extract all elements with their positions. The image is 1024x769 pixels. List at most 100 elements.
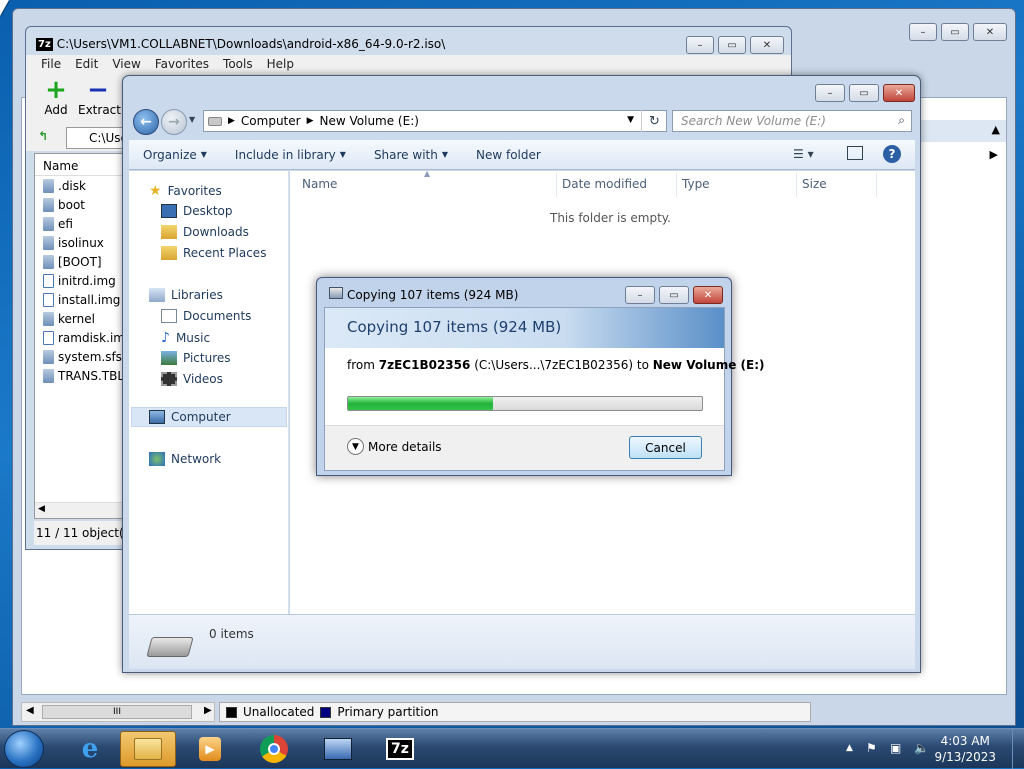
breadcrumb-separator-icon[interactable]: ▶ [228,116,235,126]
column-size[interactable]: Size [802,177,827,191]
column-divider[interactable] [556,173,557,197]
file-name: TRANS.TBL [58,368,125,383]
up-folder-icon[interactable]: ↰ [38,129,48,143]
column-divider[interactable] [796,173,797,197]
view-options-icon[interactable]: ☰ ▾ [793,147,814,161]
column-divider[interactable] [676,173,677,197]
new-folder-button[interactable]: New folder [462,148,555,162]
nav-network[interactable]: Network [149,452,221,466]
disk-horizontal-scrollbar[interactable]: ◀ III ▶ [21,702,215,722]
menu-tools[interactable]: Tools [216,55,260,75]
collapse-icon[interactable]: ▲ [992,123,1000,136]
nav-recent-places[interactable]: Recent Places [161,246,266,260]
recent-pages-icon[interactable]: ▼ [189,115,195,124]
item-count: 0 items [209,627,254,641]
start-button[interactable] [4,730,44,768]
column-type[interactable]: Type [682,177,710,191]
taskbar-chrome[interactable] [246,731,302,767]
to-label: to [636,358,649,372]
address-bar[interactable]: ▶ Computer ▶ New Volume (E:) ▼ [203,110,667,132]
more-details-button[interactable]: ▼ More details [347,438,442,455]
organize-button[interactable]: Organize ▼ [129,148,221,162]
nav-videos[interactable]: Videos [161,372,223,386]
favorites-label: Favorites [167,184,222,198]
copy-minimize-button[interactable]: – [625,286,655,304]
column-date-modified[interactable]: Date modified [562,177,647,191]
taskbar-media-player[interactable]: ▶ [182,731,238,767]
refresh-button[interactable]: ↻ [641,110,667,132]
nav-documents[interactable]: Documents [161,309,251,323]
forward-button[interactable]: → [161,109,187,135]
nav-desktop[interactable]: Desktop [161,204,233,218]
7zip-close-button[interactable]: ✕ [750,36,784,54]
disk-minimize-button[interactable]: – [909,23,937,41]
scroll-thumb[interactable]: III [42,705,192,719]
nav-downloads[interactable]: Downloads [161,225,249,239]
legend-primary-partition: Primary partition [337,705,439,719]
from-label: from [347,358,375,372]
primary-partition-swatch [320,706,332,718]
network-tray-icon[interactable]: ▣ [890,741,901,755]
explorer-maximize-button[interactable]: ▭ [849,84,879,102]
media-player-icon: ▶ [199,737,221,761]
column-divider[interactable] [876,173,877,197]
menu-favorites[interactable]: Favorites [148,55,216,75]
clock[interactable]: 4:03 AM 9/13/2023 [934,733,996,765]
back-button[interactable]: ← [133,109,159,135]
taskbar-windows-explorer[interactable] [120,731,176,767]
scroll-left-icon[interactable]: ◀ [26,705,34,716]
share-with-button[interactable]: Share with ▼ [360,148,462,162]
clock-date: 9/13/2023 [934,750,996,764]
search-icon[interactable]: ⌕ [898,113,905,128]
breadcrumb-computer[interactable]: Computer [241,114,301,128]
menu-file[interactable]: File [34,55,68,75]
search-input[interactable]: Search New Volume (E:) ⌕ [672,110,912,132]
expand-arrow-icon[interactable]: ▶ [990,148,998,161]
nav-computer[interactable]: Computer [149,410,231,424]
disk-close-button[interactable]: ✕ [973,23,1007,41]
copy-maximize-button[interactable]: ▭ [659,286,689,304]
preview-pane-icon[interactable] [847,146,863,160]
videos-icon [161,372,177,386]
column-name[interactable]: Name [302,177,337,191]
taskbar-remote-desktop[interactable] [310,731,366,767]
menu-help[interactable]: Help [260,55,301,75]
source-name[interactable]: 7zEC1B02356 [379,358,471,372]
7zip-title-bar: 7z C:\Users\VM1.COLLABNET\Downloads\andr… [36,37,445,51]
7zip-maximize-button[interactable]: ▭ [718,36,746,54]
show-hidden-icons-icon[interactable]: ▲ [846,743,853,753]
scroll-right-icon[interactable]: ▶ [204,705,212,716]
nav-favorites[interactable]: ★ Favorites [149,183,222,199]
address-dropdown-icon[interactable]: ▼ [627,115,634,125]
help-icon[interactable]: ? [883,145,901,163]
action-center-icon[interactable]: ⚑ [866,741,877,755]
explorer-close-button[interactable]: ✕ [883,84,915,102]
disk-legend: Unallocated Primary partition [219,702,811,722]
nav-libraries[interactable]: Libraries [149,288,223,302]
cancel-button[interactable]: Cancel [629,436,702,459]
breadcrumb-separator-icon[interactable]: ▶ [307,116,314,126]
extract-button[interactable]: − Extract [78,77,121,117]
explorer-minimize-button[interactable]: – [815,84,845,102]
menu-view[interactable]: View [105,55,147,75]
file-name: kernel [58,311,95,326]
show-desktop-button[interactable] [1012,729,1024,769]
add-button[interactable]: + Add [40,77,72,117]
details-pane: 0 items [129,614,915,669]
breadcrumb-new-volume[interactable]: New Volume (E:) [320,114,419,128]
volume-muted-icon[interactable]: 🔈 [914,741,929,755]
include-in-library-button[interactable]: Include in library ▼ [221,148,360,162]
taskbar-7zip[interactable]: 7z [372,731,428,767]
nav-pictures[interactable]: Pictures [161,351,231,365]
7zip-title: C:\Users\VM1.COLLABNET\Downloads\android… [56,37,446,51]
documents-icon [161,309,177,323]
copy-close-button[interactable]: ✕ [693,286,723,304]
taskbar-internet-explorer[interactable]: e [62,731,118,767]
7zip-minimize-button[interactable]: – [686,36,714,54]
disk-maximize-button[interactable]: ▭ [941,23,969,41]
nav-music[interactable]: ♪ Music [161,330,210,346]
share-label: Share with [373,147,438,162]
scroll-left-icon[interactable]: ◀ [38,504,45,514]
destination-name[interactable]: New Volume (E:) [653,358,765,372]
menu-edit[interactable]: Edit [68,55,105,75]
